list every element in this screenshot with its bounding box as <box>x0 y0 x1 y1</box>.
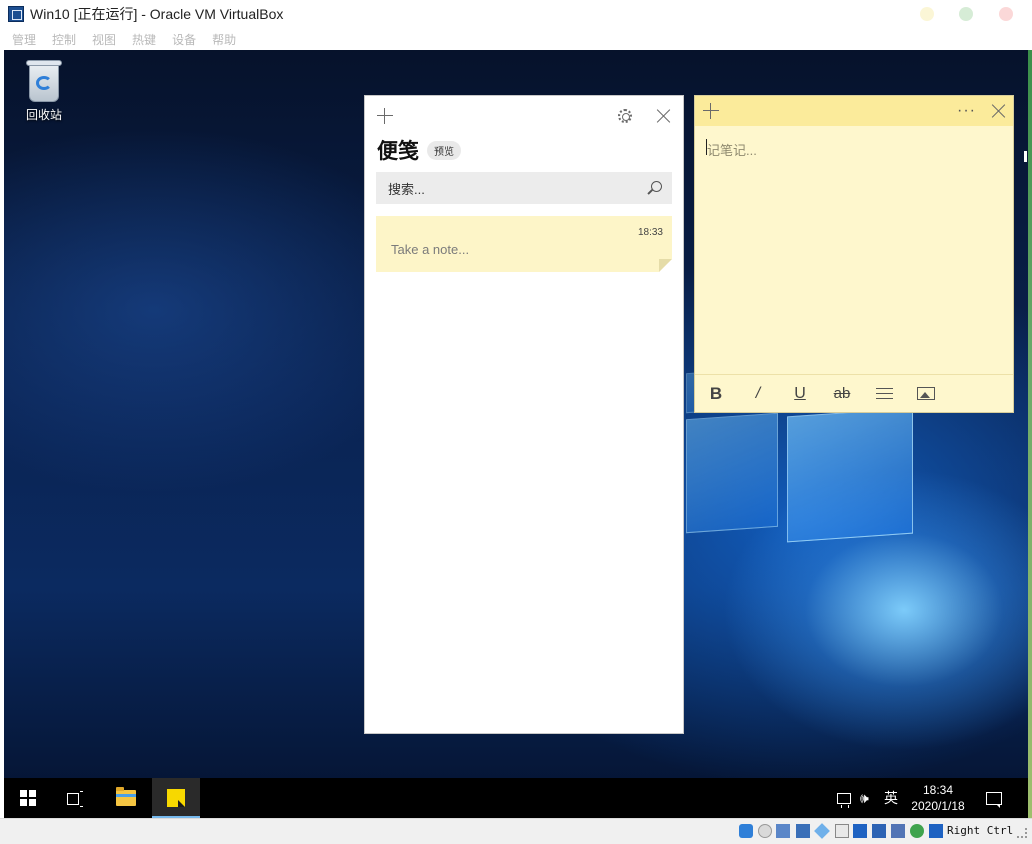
input-method-button[interactable]: 英 <box>884 778 902 818</box>
sticky-notes-icon <box>167 789 185 807</box>
virtualbox-icon <box>8 6 24 22</box>
note-preview: Take a note... <box>391 242 470 257</box>
sticky-notes-list-window: 便笺 预览 搜索... 18:33 Take a note... <box>364 95 684 734</box>
host-minimize-button[interactable] <box>920 7 934 21</box>
clock-time: 18:34 <box>922 783 954 797</box>
list-icon <box>875 387 893 400</box>
host-key-label: Right Ctrl <box>947 824 1014 837</box>
new-note-button[interactable] <box>701 101 721 121</box>
taskbar-clock[interactable]: 18:34 2020/1/18 <box>906 782 970 814</box>
action-center-button[interactable] <box>986 778 1006 818</box>
recycle-bin-label: 回收站 <box>25 108 62 122</box>
network-tray-button[interactable] <box>837 778 855 818</box>
menu-item-help[interactable]: 帮助 <box>212 31 236 48</box>
preview-badge: 预览 <box>427 140 461 160</box>
clock-date: 2020/1/18 <box>911 799 965 813</box>
recycle-bin-icon <box>25 58 63 102</box>
guest-desktop[interactable]: 回收站 便笺 预览 搜索... 18:33 Take a note... ···… <box>4 50 1028 818</box>
more-icon[interactable]: ··· <box>957 102 976 120</box>
close-icon <box>657 109 671 123</box>
list-heading: 便笺 预览 <box>365 136 683 164</box>
host-maximize-button[interactable] <box>959 7 973 21</box>
audio-icon[interactable] <box>910 824 924 838</box>
menu-item-hotkey[interactable]: 热键 <box>132 31 156 48</box>
settings-icon <box>618 109 632 123</box>
search-icon[interactable] <box>651 181 662 192</box>
volume-tray-button[interactable]: 🕪 <box>860 778 880 818</box>
note-timestamp: 18:33 <box>637 227 663 238</box>
format-toolbar: B / U ab <box>695 374 1013 412</box>
close-note-button[interactable] <box>989 101 1009 121</box>
search-placeholder: 搜索... <box>388 181 425 197</box>
note-text-area[interactable]: 记笔记... <box>695 126 1013 374</box>
page-title: 便笺 <box>377 139 419 163</box>
wallpaper-pane <box>686 412 778 534</box>
wallpaper-pane <box>787 407 913 543</box>
task-view-button[interactable] <box>52 778 100 818</box>
host-background-edge <box>1028 50 1032 818</box>
add-icon <box>703 103 719 119</box>
menu-item-view[interactable]: 视图 <box>92 31 116 48</box>
bold-button[interactable]: B <box>695 379 737 409</box>
insert-image-button[interactable] <box>905 379 947 409</box>
menu-item-devices[interactable]: 设备 <box>172 31 196 48</box>
recording-icon[interactable] <box>891 824 905 838</box>
capture-icon[interactable] <box>814 823 830 839</box>
volume-icon: 🕪 <box>860 789 869 806</box>
note-placeholder: 记笔记... <box>707 143 757 158</box>
mouse-cursor <box>1024 151 1027 162</box>
host-close-button[interactable] <box>999 7 1013 21</box>
notification-icon <box>986 791 1002 808</box>
cd-icon[interactable] <box>758 824 772 838</box>
settings-button[interactable] <box>615 106 635 126</box>
shared-folders-icon[interactable] <box>796 824 810 838</box>
close-icon <box>992 104 1006 118</box>
recycle-bin[interactable]: 回收站 <box>16 58 72 128</box>
underline-button[interactable]: U <box>779 379 821 409</box>
list-title-bar <box>365 96 683 136</box>
note-corner-fold <box>659 259 672 272</box>
display-icon[interactable] <box>835 824 849 838</box>
monitor-icon[interactable] <box>853 824 867 838</box>
search-input[interactable]: 搜索... <box>376 172 672 204</box>
new-note-button[interactable] <box>375 106 395 126</box>
host-menu-bar: 管理 控制 视图 热键 设备 帮助 <box>0 28 1032 50</box>
network-icon <box>837 792 851 808</box>
host-title-bar: Win10 [正在运行] - Oracle VM VirtualBox <box>0 0 1032 28</box>
resize-grip[interactable] <box>1017 828 1027 838</box>
start-button[interactable] <box>4 778 52 818</box>
italic-button[interactable]: / <box>737 379 779 409</box>
file-explorer-icon <box>116 787 136 806</box>
host-status-bar: Right Ctrl <box>0 818 1032 844</box>
file-explorer-button[interactable] <box>102 778 150 818</box>
keyboard-capture-icon[interactable] <box>929 824 943 838</box>
menu-item-control[interactable]: 控制 <box>52 31 76 48</box>
windows-start-icon <box>20 790 36 806</box>
network-adapter-icon[interactable] <box>872 824 886 838</box>
note-card[interactable]: 18:33 Take a note... <box>376 216 672 272</box>
taskbar: 🕪 英 18:34 2020/1/18 <box>4 778 1028 818</box>
note-title-bar[interactable]: ··· <box>695 96 1013 126</box>
sticky-notes-taskbar-button[interactable] <box>152 778 200 818</box>
task-view-icon <box>67 791 85 807</box>
menu-item-manage[interactable]: 管理 <box>12 31 36 48</box>
input-method-indicator: 英 <box>884 790 898 806</box>
optical-drive-icon[interactable] <box>739 824 753 838</box>
host-window-title: Win10 [正在运行] - Oracle VM VirtualBox <box>30 6 284 22</box>
image-icon <box>917 387 935 400</box>
bullet-list-button[interactable] <box>863 379 905 409</box>
close-list-button[interactable] <box>654 106 674 126</box>
add-icon <box>377 108 393 124</box>
sticky-note-editor-window: ··· 记笔记... B / U ab <box>694 95 1014 413</box>
usb-icon[interactable] <box>776 824 790 838</box>
strikethrough-button[interactable]: ab <box>821 379 863 409</box>
